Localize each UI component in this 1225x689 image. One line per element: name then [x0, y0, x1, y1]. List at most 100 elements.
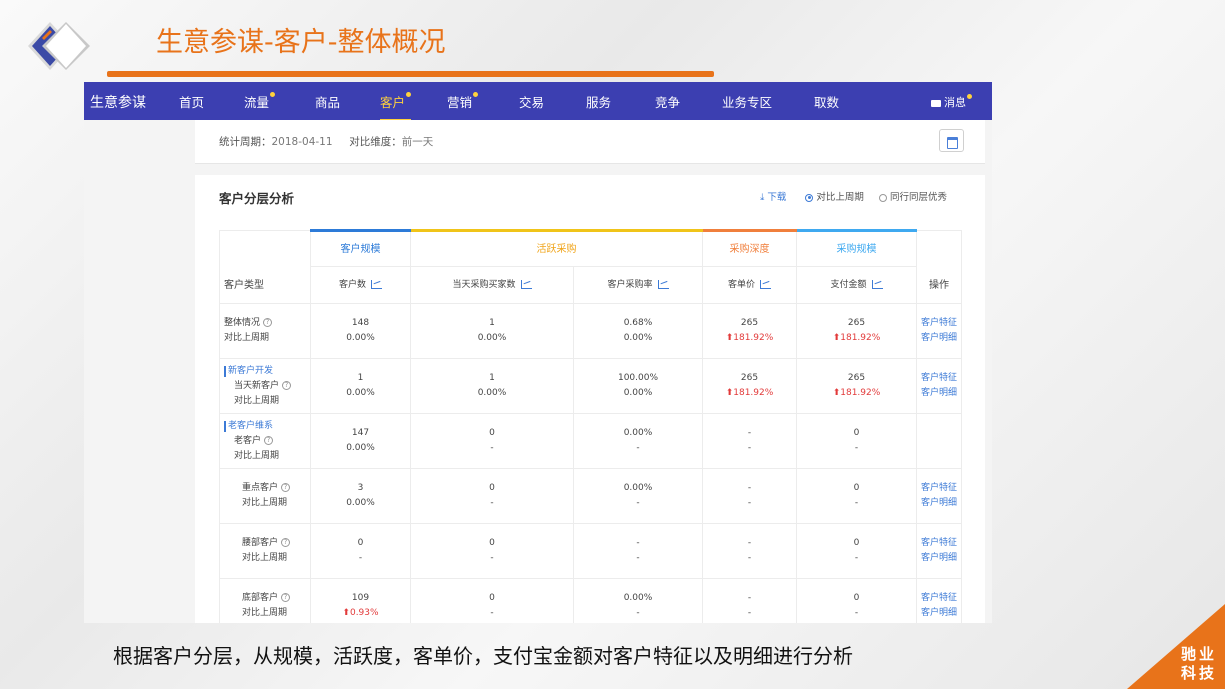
metric-change: -: [490, 443, 494, 453]
period-bar: 统计周期：2018-04-11 对比维度：前一天: [195, 120, 985, 164]
metric-cell: 1 0.00%: [310, 358, 411, 414]
radio-compare-prev[interactable]: 对比上周期: [805, 192, 864, 203]
metric-change: 181.92%: [733, 388, 774, 398]
nav-item-competition[interactable]: 竞争: [655, 92, 680, 111]
title-underline: [107, 71, 714, 77]
customer-type-name: 整体情况: [224, 318, 261, 328]
metric-change: -: [747, 443, 752, 453]
customer-feature-link[interactable]: 客户特征: [921, 593, 957, 603]
metric-change: 0.00%: [346, 388, 375, 398]
metric-value: -: [636, 538, 640, 548]
metric-cell: 1 0.00%: [410, 358, 574, 414]
period-value: 2018-04-11: [271, 136, 333, 148]
trend-chart-icon[interactable]: [371, 279, 382, 289]
metric-value: 265: [740, 318, 759, 328]
notice-dot: [406, 92, 412, 97]
customer-detail-link[interactable]: 客户明细: [921, 333, 957, 343]
nav-brand[interactable]: 生意参谋: [90, 92, 146, 112]
corner-brand: 驰业 科技: [1181, 645, 1217, 683]
customer-detail-link[interactable]: 客户明细: [921, 608, 957, 618]
metric-cell: 0.00% -: [573, 468, 703, 524]
help-icon[interactable]: ?: [281, 538, 291, 547]
trend-chart-icon[interactable]: [657, 279, 669, 289]
nav-item-fetch-data[interactable]: 取数: [814, 92, 839, 111]
help-icon[interactable]: ?: [263, 318, 273, 327]
messages-label: 消息: [944, 96, 966, 109]
metric-cell: 148 0.00%: [310, 303, 411, 359]
metric-value: 0: [853, 593, 860, 603]
metric-value: 0.00%: [623, 483, 653, 493]
nav-item-customers[interactable]: 客户: [380, 92, 412, 121]
notice-dot: [967, 94, 972, 99]
col-header: 当天采购买家数: [410, 266, 574, 304]
metric-value: 0: [489, 483, 495, 493]
table-row: 腰部客户? 对比上周期 0-0- - - - -0- 客户特征 客户明细: [219, 523, 962, 579]
nav-item-business-zone[interactable]: 业务专区: [722, 92, 772, 111]
calendar-icon[interactable]: [939, 129, 964, 152]
metric-cell: 0-: [410, 468, 574, 524]
ops-cell: 客户特征 客户明细: [916, 303, 962, 359]
metric-value: 1: [357, 373, 364, 383]
nav-item-home[interactable]: 首页: [179, 92, 204, 111]
metric-cell: 0-: [410, 523, 574, 579]
help-icon[interactable]: ?: [264, 435, 274, 445]
help-icon[interactable]: ?: [282, 380, 292, 390]
messages-link[interactable]: 消息: [931, 94, 972, 110]
download-label: 下载: [767, 192, 787, 203]
metric-value: 148: [351, 318, 370, 328]
nav-item-marketing[interactable]: 营销: [447, 92, 479, 111]
metric-value: 265: [740, 373, 759, 383]
metric-cell: 265 ⬆181.92%: [796, 303, 917, 359]
metric-value: 0: [489, 538, 495, 548]
customer-type-name: 腰部客户: [242, 538, 279, 548]
ops-cell: 客户特征 客户明细: [916, 468, 962, 524]
metric-value: 109: [351, 593, 370, 603]
metric-change: -: [636, 443, 640, 453]
customer-detail-link[interactable]: 客户明细: [921, 498, 957, 508]
metric-change: 0.93%: [349, 608, 379, 618]
metric-value: 100.00%: [617, 373, 659, 383]
metric-value: 0.00%: [623, 428, 653, 438]
app-screenshot: 生意参谋 首页 流量 商品 客户 营销 交易 服务 竞争 业务专区 取数 消息 …: [84, 82, 992, 623]
customer-feature-link[interactable]: 客户特征: [921, 373, 957, 383]
group-header-active: 活跃采购: [410, 229, 703, 267]
period-label: 统计周期：: [219, 136, 272, 148]
customer-feature-link[interactable]: 客户特征: [921, 538, 957, 548]
metric-value: 0: [489, 428, 495, 438]
metric-cell: 0-: [796, 578, 917, 623]
group-header-volume: 采购规模: [796, 229, 917, 267]
metric-change: -: [636, 608, 640, 618]
nav-item-trade[interactable]: 交易: [519, 92, 544, 111]
metric-change: -: [854, 498, 859, 508]
nav-item-products[interactable]: 商品: [315, 92, 340, 111]
download-link[interactable]: ⤓ 下载: [760, 192, 786, 203]
col-header: 客户数: [310, 266, 411, 304]
customer-type-cell: 老客户维系 老客户? 对比上周期: [219, 413, 311, 469]
category-label: 老客户维系: [224, 420, 273, 432]
customer-feature-link[interactable]: 客户特征: [921, 483, 957, 493]
compare-label: 对比上周期: [242, 608, 288, 618]
trend-chart-icon[interactable]: [520, 279, 532, 289]
metric-change: -: [636, 553, 640, 563]
help-icon[interactable]: ?: [281, 593, 291, 602]
customer-detail-link[interactable]: 客户明细: [921, 553, 957, 563]
metric-change: 0.00%: [623, 333, 653, 343]
trend-chart-icon[interactable]: [871, 279, 883, 289]
radio-peer-excellent[interactable]: 同行同层优秀: [878, 192, 947, 203]
metric-value: 1: [489, 318, 495, 328]
metric-change: -: [358, 553, 363, 563]
metric-change: -: [636, 498, 640, 508]
trend-chart-icon[interactable]: [760, 279, 771, 289]
nav-item-service[interactable]: 服务: [586, 92, 611, 111]
metric-cell: --: [702, 413, 797, 469]
metric-cell: 0.00% -: [573, 578, 703, 623]
up-arrow-icon: ⬆: [342, 608, 350, 618]
metric-cell: 1 0.00%: [410, 303, 574, 359]
metric-value: 1: [489, 373, 495, 383]
nav-item-label: 营销: [447, 95, 473, 110]
nav-item-traffic[interactable]: 流量: [244, 92, 276, 111]
help-icon[interactable]: ?: [281, 483, 291, 492]
table-row: 重点客户? 对比上周期 3 0.00% 0-0.00% - - -0- 客户特征 客户明细: [219, 468, 962, 524]
customer-feature-link[interactable]: 客户特征: [921, 318, 957, 328]
customer-detail-link[interactable]: 客户明细: [921, 388, 957, 398]
